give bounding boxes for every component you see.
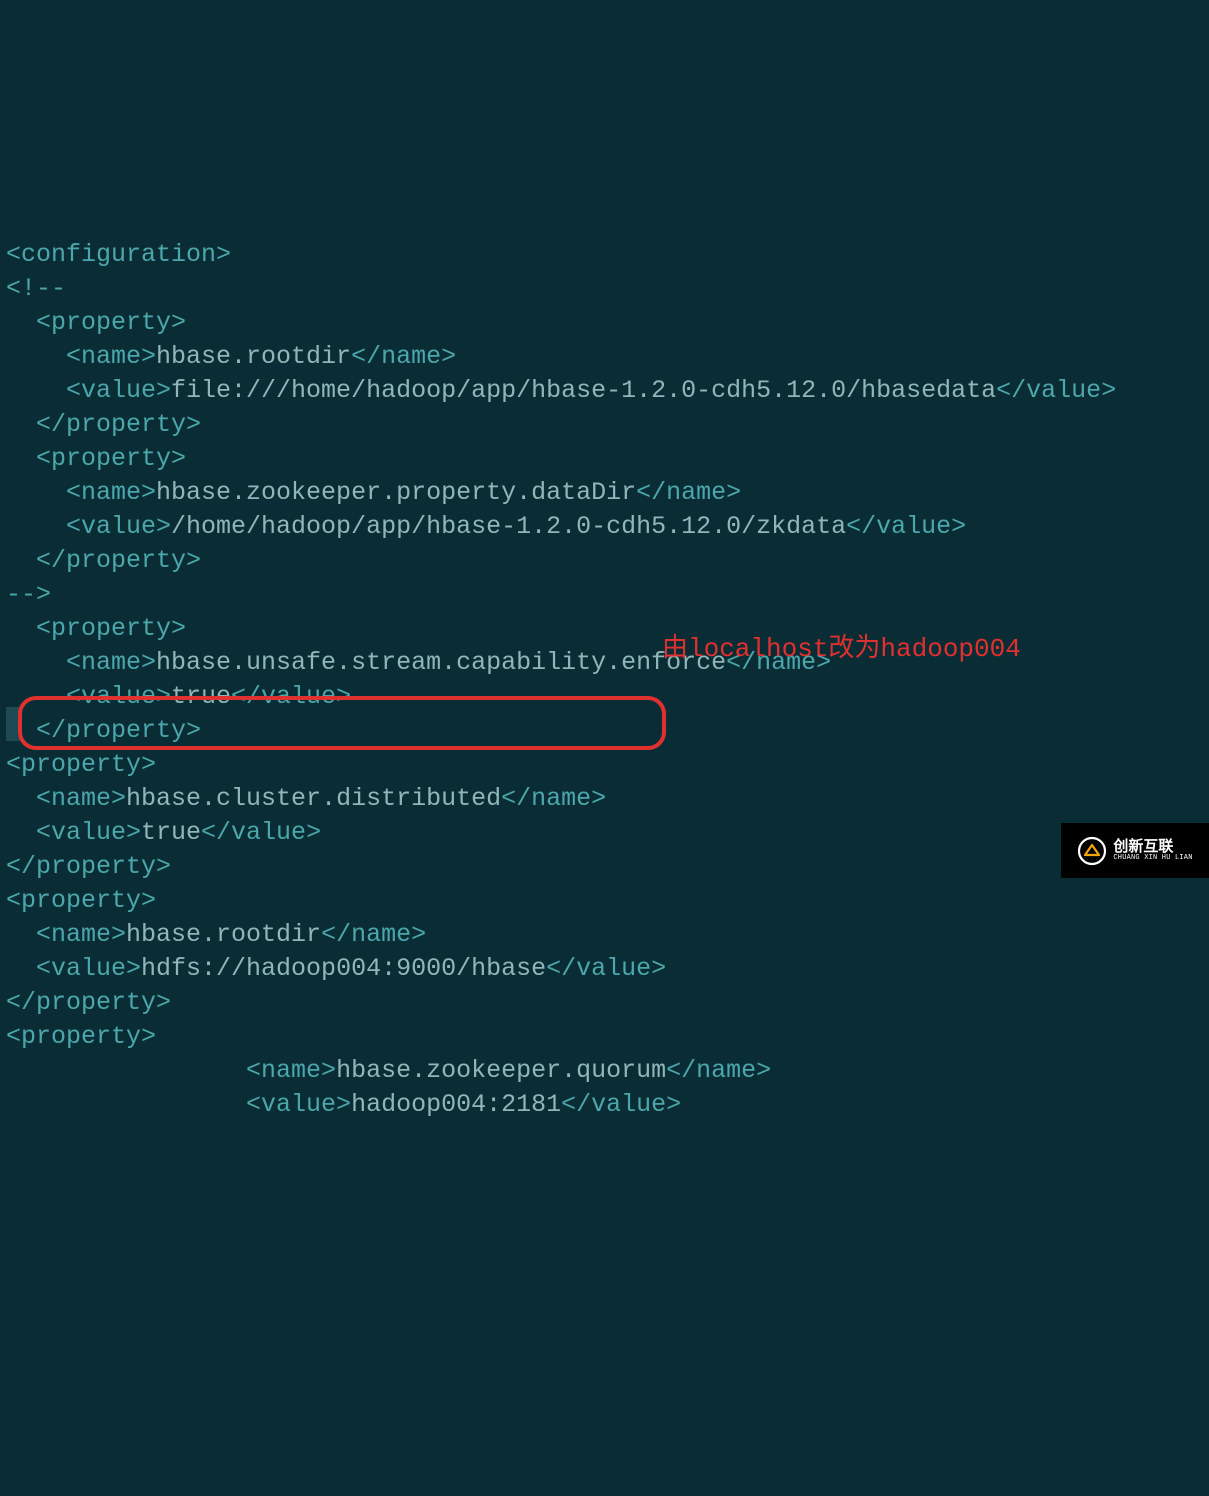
text: hbase.unsafe.stream.capability.enforce [156, 648, 726, 677]
tag-open: <name> [6, 920, 126, 949]
line: </property> [6, 852, 171, 881]
text: hadoop004:2181 [351, 1090, 561, 1119]
line: <configuration> [6, 240, 231, 269]
text: hbase.rootdir [126, 920, 321, 949]
line: <property> [6, 886, 156, 915]
tag-close: </value> [201, 818, 321, 847]
text: true [141, 818, 201, 847]
tag-close: </value> [546, 954, 666, 983]
watermark-cn-text: 创新互联 [1113, 840, 1192, 855]
watermark-en-text: CHUANG XIN HU LIAN [1113, 855, 1192, 862]
text: hdfs://hadoop004:9000/hbase [141, 954, 546, 983]
text: hbase.zookeeper.property.dataDir [156, 478, 636, 507]
tag-open: <value> [6, 818, 141, 847]
line: </property> [6, 546, 201, 575]
code-block: <configuration> <!-- <property> <name>hb… [0, 204, 1209, 1122]
tag-close: </name> [501, 784, 606, 813]
line: </property> [6, 988, 171, 1017]
watermark-logo-icon [1077, 836, 1107, 866]
tag-open: <value> [6, 376, 171, 405]
tag-open: <value> [6, 682, 171, 711]
line: <property> [6, 750, 156, 779]
tag-open: <name> [6, 784, 126, 813]
text: hbase.zookeeper.quorum [336, 1056, 666, 1085]
tag-close: </value> [561, 1090, 681, 1119]
tag-open: <value> [6, 512, 171, 541]
tag-close: </value> [996, 376, 1116, 405]
line: <property> [6, 614, 186, 643]
tag-open: <value> [6, 1090, 351, 1119]
tag-close: </value> [846, 512, 966, 541]
watermark: 创新互联 CHUANG XIN HU LIAN [1061, 823, 1209, 878]
tag-close: </name> [351, 342, 456, 371]
tag-close: </name> [666, 1056, 771, 1085]
tag-open: <name> [6, 478, 156, 507]
line: <!-- [6, 274, 66, 303]
tag-close: </name> [321, 920, 426, 949]
text: /home/hadoop/app/hbase-1.2.0-cdh5.12.0/z… [171, 512, 846, 541]
text: file:///home/hadoop/app/hbase-1.2.0-cdh5… [171, 376, 996, 405]
line: <property> [6, 1022, 156, 1051]
text: hbase.rootdir [156, 342, 351, 371]
line: <property> [6, 308, 186, 337]
line: <property> [6, 444, 186, 473]
tag-open: <name> [6, 648, 156, 677]
line: </property> [6, 410, 201, 439]
annotation-text: 由localhost改为hadoop004 [662, 632, 1021, 667]
tag-open: <name> [6, 1056, 336, 1085]
tag-close: </name> [636, 478, 741, 507]
cursor-line-highlight [6, 707, 20, 741]
tag-open: <value> [6, 954, 141, 983]
line: --> [6, 580, 51, 609]
line: </property> [6, 716, 201, 745]
text: true [171, 682, 231, 711]
text: hbase.cluster.distributed [126, 784, 501, 813]
tag-close: </value> [231, 682, 351, 711]
tag-open: <name> [6, 342, 156, 371]
